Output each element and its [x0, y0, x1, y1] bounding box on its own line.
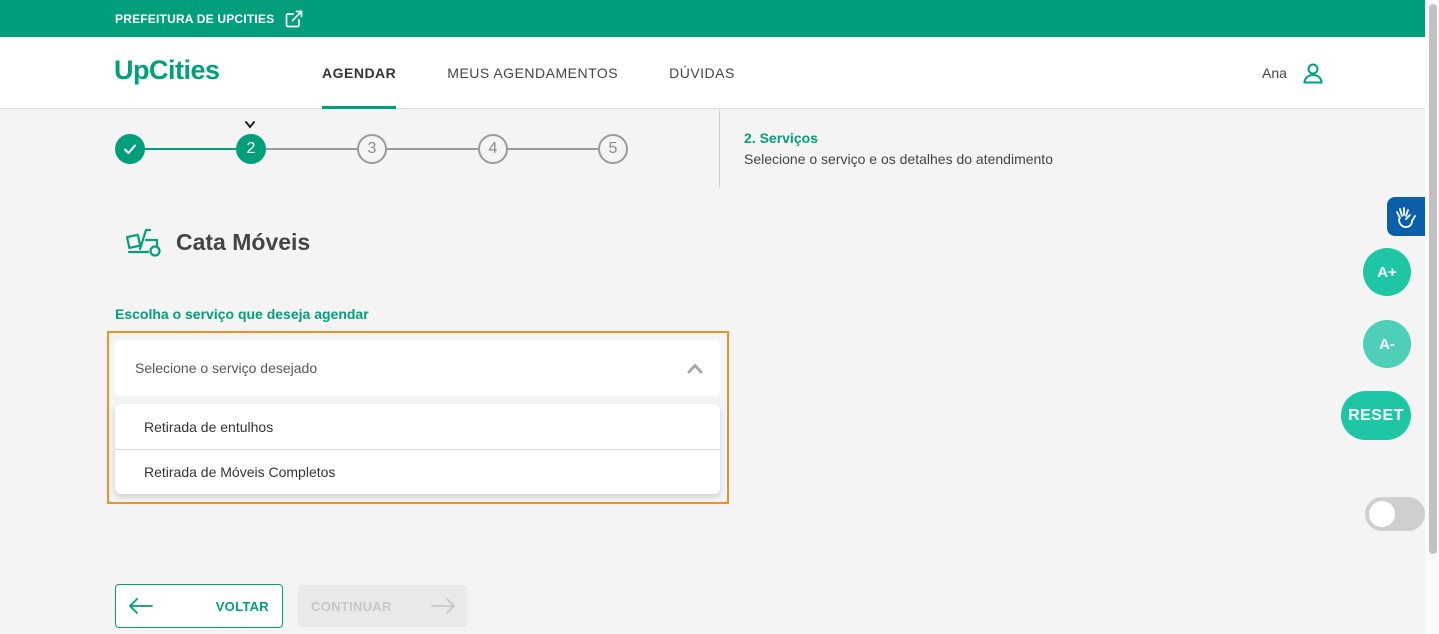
back-button-label: VOLTAR: [215, 598, 269, 614]
step-2-current: 2: [236, 134, 266, 164]
nav-meus-agendamentos[interactable]: MEUS AGENDAMENTOS: [447, 37, 618, 109]
step-connector: [266, 148, 357, 150]
progress-stepper: 2 3 4 5: [115, 120, 635, 180]
arrow-right-icon: [431, 598, 455, 614]
option-retirada-moveis[interactable]: Retirada de Móveis Completos: [115, 449, 720, 494]
scrollbar-thumb[interactable]: [1429, 4, 1437, 554]
city-hall-link-label: PREFEITURA DE UPCITIES: [115, 11, 275, 26]
user-name: Ana: [1262, 65, 1287, 81]
back-button[interactable]: VOLTAR: [115, 584, 283, 628]
service-options-list: Retirada de entulhos Retirada de Móveis …: [115, 404, 720, 494]
city-hall-link[interactable]: PREFEITURA DE UPCITIES: [115, 0, 304, 37]
top-bar: PREFEITURA DE UPCITIES: [0, 0, 1425, 37]
step-3: 3: [357, 134, 387, 164]
check-icon: [124, 144, 136, 154]
step-5: 5: [598, 134, 628, 164]
decrease-font-button[interactable]: A-: [1363, 320, 1411, 368]
service-select-label: Escolha o serviço que deseja agendar: [115, 306, 369, 322]
hand-sign-icon: [1396, 206, 1416, 228]
service-select-placeholder: Selecione o serviço desejado: [135, 360, 318, 376]
toggle-knob: [1369, 501, 1395, 527]
upcities-logo[interactable]: UpCities: [114, 55, 220, 86]
current-step-caret-icon: [245, 121, 255, 129]
step-connector: [508, 148, 599, 150]
sign-language-button[interactable]: [1387, 197, 1425, 236]
step-description: Selecione o serviço e os detalhes do ate…: [744, 151, 1053, 167]
nav-agendar[interactable]: AGENDAR: [322, 37, 397, 109]
service-select[interactable]: Selecione o serviço desejado: [115, 340, 720, 396]
furniture-truck-icon: [126, 228, 161, 257]
user-icon: [1303, 63, 1323, 84]
main-nav: AGENDAR MEUS AGENDAMENTOS DÚVIDAS: [322, 37, 735, 109]
continue-button-label: CONTINUAR: [311, 598, 392, 614]
service-heading: Cata Móveis: [126, 226, 310, 258]
step-title: 2. Serviços: [744, 130, 818, 146]
increase-font-button[interactable]: A+: [1363, 248, 1411, 296]
main-header: UpCities AGENDAR MEUS AGENDAMENTOS DÚVID…: [0, 37, 1425, 109]
external-link-icon: [285, 10, 303, 27]
arrow-left-icon: [129, 598, 153, 614]
nav-duvidas[interactable]: DÚVIDAS: [669, 37, 735, 109]
option-retirada-entulhos[interactable]: Retirada de entulhos: [115, 404, 720, 449]
step-connector: [387, 148, 478, 150]
user-menu[interactable]: Ana: [1262, 37, 1325, 109]
contrast-toggle[interactable]: [1365, 497, 1425, 531]
step-connector: [145, 148, 236, 150]
reset-font-button[interactable]: RESET: [1341, 391, 1411, 440]
step-1-done[interactable]: [115, 134, 145, 164]
continue-button[interactable]: CONTINUAR: [298, 585, 467, 627]
service-title: Cata Móveis: [176, 228, 311, 255]
header-divider: [719, 110, 720, 188]
chevron-up-icon: [687, 364, 703, 374]
step-4: 4: [478, 134, 508, 164]
